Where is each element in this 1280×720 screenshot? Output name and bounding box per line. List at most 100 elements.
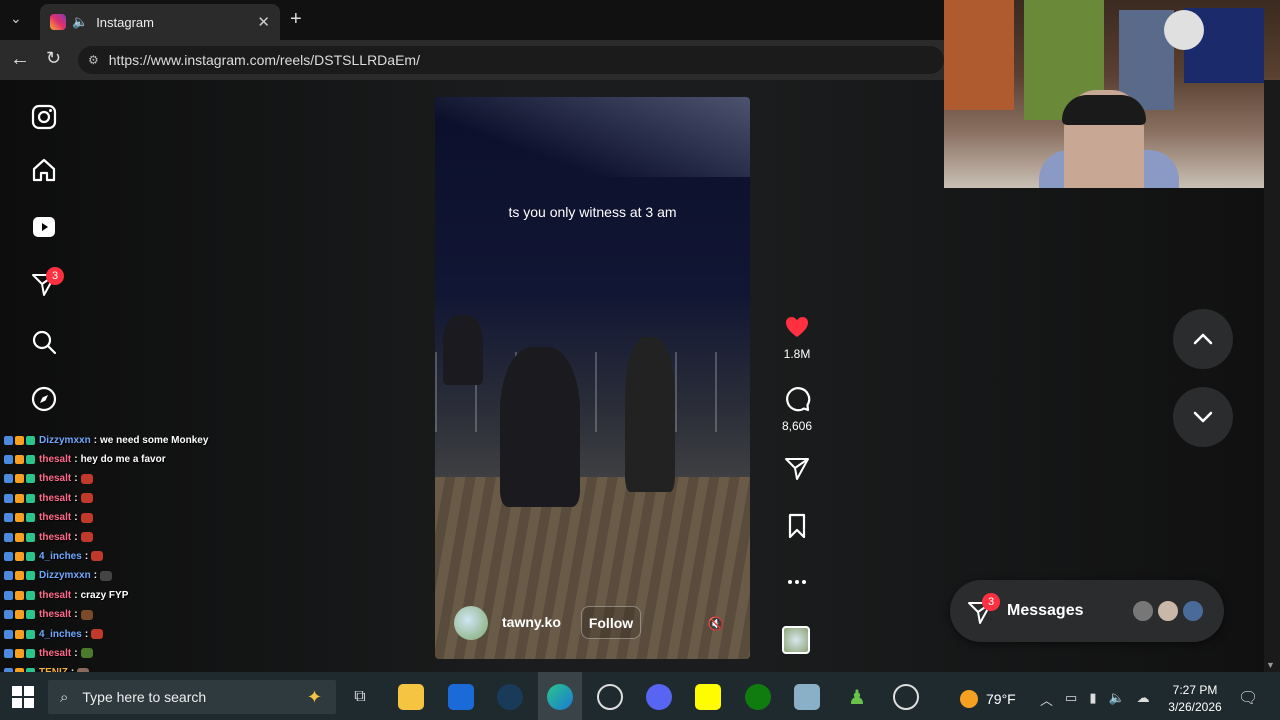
chat-badge-icon bbox=[26, 454, 35, 464]
dm-notification-badge: 3 bbox=[46, 267, 64, 285]
instagram-logo-icon[interactable] bbox=[28, 101, 60, 133]
system-tray[interactable]: ︿ ▭ ▮ 🔈 ☁ bbox=[1040, 690, 1150, 709]
chat-message: thesalt: bbox=[4, 470, 93, 488]
address-bar[interactable]: ⚙ https://www.instagram.com/reels/DSTSLL… bbox=[78, 46, 944, 74]
taskbar-search-box[interactable]: ⌕ Type here to search ✦ bbox=[48, 680, 336, 714]
copilot-sparkle-icon[interactable]: ✦ bbox=[307, 687, 322, 708]
like-button[interactable]: 1.8M bbox=[776, 313, 818, 361]
file-explorer-icon[interactable] bbox=[398, 684, 424, 710]
chat-separator: : bbox=[74, 512, 78, 524]
tab-audio-icon[interactable]: 🔈 bbox=[72, 14, 88, 30]
author-username[interactable]: tawny.ko bbox=[502, 614, 561, 630]
chat-badge-icon bbox=[26, 571, 35, 581]
share-icon bbox=[785, 458, 809, 480]
steam-icon[interactable] bbox=[497, 684, 523, 710]
chat-separator: : bbox=[84, 628, 89, 640]
chat-separator: : bbox=[74, 609, 78, 621]
windows-start-icon[interactable] bbox=[12, 686, 34, 708]
search-icon[interactable] bbox=[28, 326, 60, 358]
volume-icon[interactable]: 🔈 bbox=[1108, 690, 1124, 709]
chat-badge-icon bbox=[26, 648, 35, 658]
chess-pawn-icon[interactable]: ♟ bbox=[844, 684, 870, 710]
notifications-icon[interactable]: 🗨 bbox=[1238, 688, 1258, 708]
chat-message: 4_inches: bbox=[4, 547, 104, 565]
previous-reel-button[interactable] bbox=[1173, 309, 1233, 369]
chat-badge-icon bbox=[15, 590, 24, 600]
back-arrow-icon[interactable]: ← bbox=[10, 48, 30, 71]
chat-separator: : bbox=[93, 570, 98, 582]
reels-icon[interactable] bbox=[28, 211, 60, 243]
chat-username: thesalt bbox=[39, 609, 72, 621]
home-icon[interactable] bbox=[28, 154, 60, 186]
new-tab-icon[interactable]: + bbox=[290, 8, 302, 31]
comment-count: 8,606 bbox=[781, 419, 813, 433]
follow-button[interactable]: Follow bbox=[581, 606, 641, 639]
tab-close-icon[interactable]: ✕ bbox=[257, 13, 270, 31]
app-icon[interactable] bbox=[794, 684, 820, 710]
chat-separator: : bbox=[74, 453, 78, 465]
chat-badge-icon bbox=[4, 648, 13, 658]
chat-username: thesalt bbox=[39, 512, 72, 524]
share-button[interactable] bbox=[776, 454, 818, 482]
chat-badge-icon bbox=[4, 629, 13, 639]
battery-icon[interactable]: ▮ bbox=[1089, 690, 1096, 709]
speaker-muted-icon[interactable]: 🔇 bbox=[704, 613, 728, 635]
chat-badge-icon bbox=[4, 474, 13, 484]
save-button[interactable] bbox=[776, 512, 818, 540]
taskbar-search-placeholder: Type here to search bbox=[82, 689, 207, 705]
chat-separator: : bbox=[74, 473, 78, 485]
more-options-button[interactable] bbox=[776, 568, 818, 596]
chevron-up-icon bbox=[1193, 333, 1213, 345]
chat-message: thesalt: hey do me a favor bbox=[4, 450, 166, 468]
chat-badges bbox=[4, 590, 35, 600]
explore-icon[interactable] bbox=[28, 383, 60, 415]
reel-video[interactable] bbox=[435, 97, 750, 659]
chat-badge-icon bbox=[26, 610, 35, 620]
search-icon: ⌕ bbox=[60, 688, 69, 706]
chat-badges bbox=[4, 513, 35, 523]
browser-tab-instagram[interactable]: 🔈 Instagram ✕ bbox=[40, 4, 280, 40]
chat-separator: : bbox=[74, 589, 78, 601]
weather-widget[interactable]: 79°F bbox=[960, 690, 1016, 708]
person-figure bbox=[443, 315, 483, 385]
task-view-icon[interactable]: ⧉ bbox=[347, 684, 373, 710]
chat-badge-icon bbox=[26, 435, 35, 445]
chat-username: 4_inches bbox=[39, 550, 82, 562]
chat-badge-icon bbox=[15, 551, 24, 561]
heart-icon bbox=[786, 317, 808, 337]
reload-icon[interactable]: ↻ bbox=[46, 48, 61, 69]
chat-badges bbox=[4, 571, 35, 581]
xbox-icon[interactable] bbox=[745, 684, 771, 710]
snapchat-icon[interactable] bbox=[695, 684, 721, 710]
chat-badge-icon bbox=[15, 610, 24, 620]
taskbar-clock[interactable]: 7:27 PM 3/26/2026 bbox=[1160, 682, 1230, 716]
next-reel-button[interactable] bbox=[1173, 387, 1233, 447]
obs-icon[interactable] bbox=[597, 684, 623, 710]
edge-browser-icon[interactable] bbox=[547, 684, 573, 710]
chat-badges bbox=[4, 454, 35, 464]
page-scrollbar[interactable] bbox=[1264, 80, 1280, 672]
camera-icon[interactable]: ▭ bbox=[1065, 690, 1077, 709]
tab-search-chevron-icon[interactable]: ⌄ bbox=[10, 10, 22, 27]
comment-button[interactable]: 8,606 bbox=[776, 385, 818, 433]
person-figure bbox=[500, 347, 580, 507]
tray-overflow-chevron-icon[interactable]: ︿ bbox=[1040, 690, 1053, 709]
microsoft-store-icon[interactable] bbox=[448, 684, 474, 710]
chat-message: Dizzymxxn: bbox=[4, 567, 113, 585]
discord-icon[interactable] bbox=[646, 684, 672, 710]
original-audio-thumbnail[interactable] bbox=[782, 626, 810, 654]
onedrive-icon[interactable]: ☁ bbox=[1137, 690, 1150, 709]
chat-username: thesalt bbox=[39, 589, 72, 601]
chat-badge-icon bbox=[15, 435, 24, 445]
chat-badge-icon bbox=[15, 571, 24, 581]
chat-emote-icon bbox=[80, 648, 93, 659]
chat-message-text: hey do me a favor bbox=[80, 453, 166, 465]
chat-emote-icon bbox=[80, 512, 93, 523]
chat-badges bbox=[4, 629, 35, 639]
scroll-down-arrow-icon[interactable]: ▼ bbox=[1266, 660, 1275, 670]
recording-app-icon[interactable] bbox=[893, 684, 919, 710]
author-avatar[interactable] bbox=[454, 606, 488, 640]
avatar bbox=[1181, 599, 1205, 623]
chat-username: thesalt bbox=[39, 531, 72, 543]
site-info-icon[interactable]: ⚙ bbox=[88, 53, 99, 67]
